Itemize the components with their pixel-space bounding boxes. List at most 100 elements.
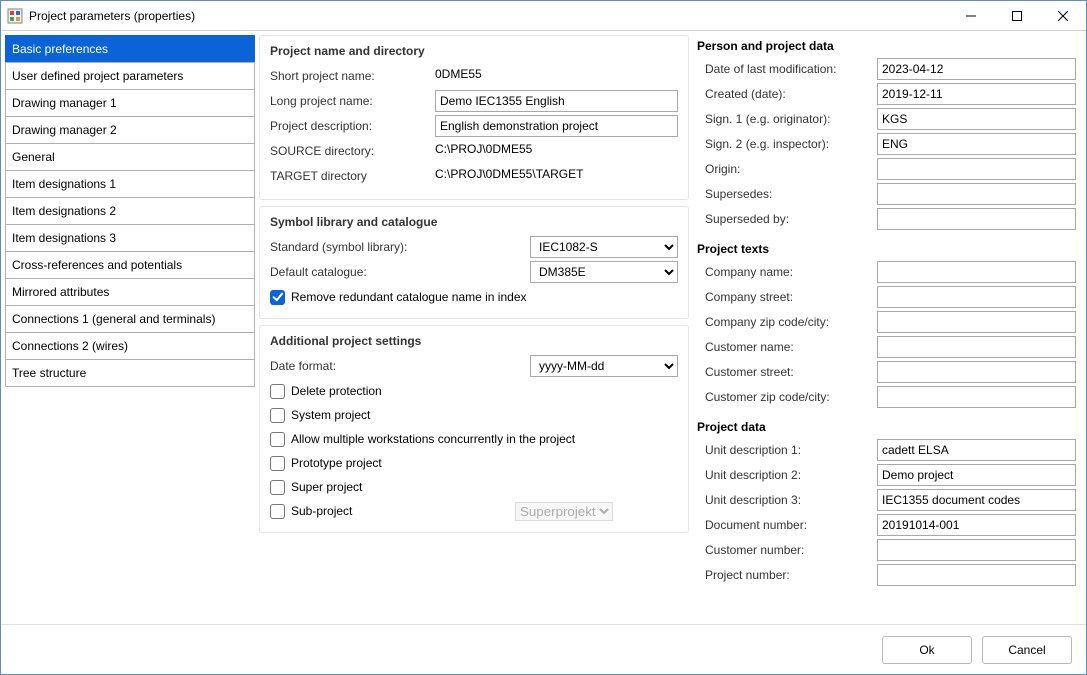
long-project-name-label: Long project name:: [270, 94, 435, 108]
sidebar-item-user-defined[interactable]: User defined project parameters: [5, 62, 255, 90]
sidebar-item-drawing-manager-2[interactable]: Drawing manager 2: [5, 116, 255, 144]
default-catalogue-select[interactable]: DM385E: [530, 261, 678, 283]
company-name-input[interactable]: [877, 261, 1076, 283]
project-number-label: Project number:: [697, 568, 877, 582]
window-controls: [948, 1, 1086, 30]
sidebar-item-cross-references[interactable]: Cross-references and potentials: [5, 251, 255, 279]
company-zip-label: Company zip code/city:: [697, 315, 877, 329]
sidebar-item-basic-preferences[interactable]: Basic preferences: [5, 35, 255, 63]
company-name-label: Company name:: [697, 265, 877, 279]
superseded-by-label: Superseded by:: [697, 212, 877, 226]
origin-input[interactable]: [877, 158, 1076, 180]
maximize-button[interactable]: [994, 1, 1040, 30]
sign2-input[interactable]: [877, 133, 1076, 155]
remove-redundant-label: Remove redundant catalogue name in index: [291, 290, 527, 304]
customer-name-label: Customer name:: [697, 340, 877, 354]
close-button[interactable]: [1040, 1, 1086, 30]
minimize-button[interactable]: [948, 1, 994, 30]
group-title: Additional project settings: [270, 334, 678, 348]
sidebar-item-connections-1[interactable]: Connections 1 (general and terminals): [5, 305, 255, 333]
sub-project-label: Sub-project: [291, 504, 509, 518]
company-zip-input[interactable]: [877, 311, 1076, 333]
sub-project-checkbox[interactable]: [270, 504, 285, 519]
created-date-input[interactable]: [877, 83, 1076, 105]
customer-street-input[interactable]: [877, 361, 1076, 383]
ok-button[interactable]: Ok: [882, 636, 972, 664]
superseded-by-input[interactable]: [877, 208, 1076, 230]
sidebar-item-tree-structure[interactable]: Tree structure: [5, 359, 255, 387]
cancel-button[interactable]: Cancel: [982, 636, 1072, 664]
company-street-label: Company street:: [697, 290, 877, 304]
sidebar-item-connections-2[interactable]: Connections 2 (wires): [5, 332, 255, 360]
source-directory-label: SOURCE directory:: [270, 144, 435, 158]
group-name-directory: Project name and directory Short project…: [259, 35, 689, 200]
content: Project name and directory Short project…: [259, 35, 1082, 620]
project-description-input[interactable]: [435, 115, 678, 137]
project-data-title: Project data: [697, 420, 1076, 434]
supersedes-input[interactable]: [877, 183, 1076, 205]
standard-library-label: Standard (symbol library):: [270, 240, 530, 254]
body: Basic preferences User defined project p…: [1, 31, 1086, 624]
system-project-checkbox[interactable]: [270, 408, 285, 423]
unit2-input[interactable]: [877, 464, 1076, 486]
remove-redundant-checkbox[interactable]: [270, 290, 285, 305]
origin-label: Origin:: [697, 162, 877, 176]
window-title: Project parameters (properties): [29, 9, 948, 23]
long-project-name-input[interactable]: [435, 90, 678, 112]
date-modification-label: Date of last modification:: [697, 62, 877, 76]
customer-zip-input[interactable]: [877, 386, 1076, 408]
sidebar-item-item-designations-3[interactable]: Item designations 3: [5, 224, 255, 252]
delete-protection-checkbox[interactable]: [270, 384, 285, 399]
standard-library-select[interactable]: IEC1082-S: [530, 236, 678, 258]
customer-name-input[interactable]: [877, 336, 1076, 358]
project-description-label: Project description:: [270, 119, 435, 133]
sidebar-item-general[interactable]: General: [5, 143, 255, 171]
system-project-label: System project: [291, 408, 370, 422]
target-directory-value: C:\PROJ\0DME55\TARGET: [435, 165, 678, 187]
sign1-input[interactable]: [877, 108, 1076, 130]
customer-zip-label: Customer zip code/city:: [697, 390, 877, 404]
document-number-label: Document number:: [697, 518, 877, 532]
super-project-select: Superprojekt: [515, 502, 613, 521]
group-symbol-library: Symbol library and catalogue Standard (s…: [259, 206, 689, 319]
source-directory-value: C:\PROJ\0DME55: [435, 140, 678, 162]
sidebar-item-mirrored-attributes[interactable]: Mirrored attributes: [5, 278, 255, 306]
unit3-label: Unit description 3:: [697, 493, 877, 507]
unit1-label: Unit description 1:: [697, 443, 877, 457]
prototype-project-checkbox[interactable]: [270, 456, 285, 471]
default-catalogue-label: Default catalogue:: [270, 265, 530, 279]
group-title: Project name and directory: [270, 44, 678, 58]
sidebar-item-drawing-manager-1[interactable]: Drawing manager 1: [5, 89, 255, 117]
project-number-input[interactable]: [877, 564, 1076, 586]
unit1-input[interactable]: [877, 439, 1076, 461]
date-format-label: Date format:: [270, 359, 530, 373]
super-project-checkbox[interactable]: [270, 480, 285, 495]
titlebar: Project parameters (properties): [1, 1, 1086, 31]
customer-number-label: Customer number:: [697, 543, 877, 557]
date-format-select[interactable]: yyyy-MM-dd: [530, 355, 678, 377]
delete-protection-label: Delete protection: [291, 384, 382, 398]
unit2-label: Unit description 2:: [697, 468, 877, 482]
date-modification-input[interactable]: [877, 58, 1076, 80]
supersedes-label: Supersedes:: [697, 187, 877, 201]
person-project-title: Person and project data: [697, 39, 1076, 53]
target-directory-label: TARGET directory: [270, 169, 435, 183]
unit3-input[interactable]: [877, 489, 1076, 511]
document-number-input[interactable]: [877, 514, 1076, 536]
company-street-input[interactable]: [877, 286, 1076, 308]
sidebar-item-item-designations-2[interactable]: Item designations 2: [5, 197, 255, 225]
allow-multiple-checkbox[interactable]: [270, 432, 285, 447]
sidebar-item-item-designations-1[interactable]: Item designations 1: [5, 170, 255, 198]
footer: Ok Cancel: [1, 624, 1086, 674]
group-title: Symbol library and catalogue: [270, 215, 678, 229]
created-date-label: Created (date):: [697, 87, 877, 101]
short-project-name-label: Short project name:: [270, 69, 435, 83]
customer-street-label: Customer street:: [697, 365, 877, 379]
allow-multiple-label: Allow multiple workstations concurrently…: [291, 432, 575, 446]
left-column: Project name and directory Short project…: [259, 35, 689, 620]
sign2-label: Sign. 2 (e.g. inspector):: [697, 137, 877, 151]
app-icon: [7, 8, 23, 24]
group-additional-settings: Additional project settings Date format:…: [259, 325, 689, 533]
customer-number-input[interactable]: [877, 539, 1076, 561]
sidebar: Basic preferences User defined project p…: [5, 35, 255, 620]
